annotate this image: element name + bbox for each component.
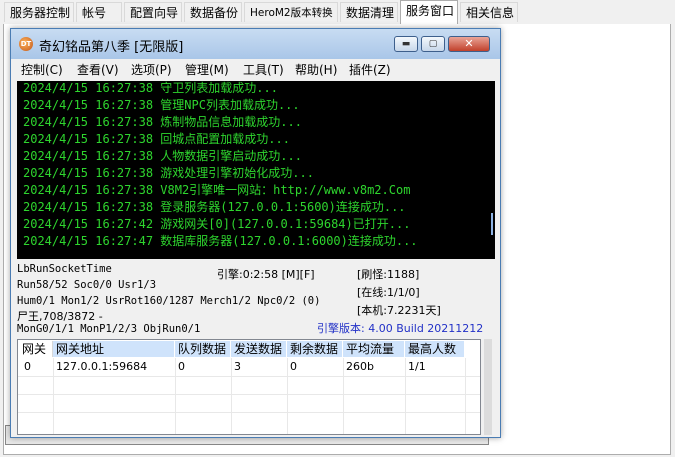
grid-column-line [231,358,232,434]
engine-version: 引擎版本: 4.00 Build 20211212 [317,322,484,335]
log-line: 2024/4/15 16:27:38 V8M2引擎唯一网站：http://www… [23,183,411,197]
log-line: 2024/4/15 16:27:47 数据库服务器(127.0.0.1:6000… [23,234,418,248]
log-line: 2024/4/15 16:27:38 人物数据引擎启动成功... [23,149,302,163]
log-scrollbar[interactable] [489,81,495,259]
table-scroll-thumb[interactable] [484,339,492,435]
tab-strip: 服务器控制 帐号 配置向导 数据备份 HeroM2版本转换 数据清理 服务窗口 … [0,0,675,24]
gateway-table[interactable]: 网关 网关地址 队列数据 发送数据 剩余数据 平均流量 最高人数 0 127.0… [17,339,481,435]
log-line: 2024/4/15 16:27:38 炼制物品信息加载成功... [23,115,302,129]
close-button[interactable]: ✕ [448,36,490,52]
grid-line [18,376,480,377]
table-cell: 127.0.0.1:59684 [56,360,148,373]
tab-data-backup[interactable]: 数据备份 [184,2,242,22]
window-title: 奇幻铭品第八季 [无限版] [39,40,184,55]
grid-column-line [465,358,466,434]
grid-column-line [287,358,288,434]
grid-column-line [53,358,54,434]
title-bar[interactable]: DT 奇幻铭品第八季 [无限版] ▬ ▢ ✕ [11,29,500,59]
table-cell: 0 [290,360,297,373]
tab-herom2-convert[interactable]: HeroM2版本转换 [244,2,338,22]
status-online: [在线:1/1/0] [357,286,420,299]
table-scrollbar[interactable] [481,339,495,435]
table-cell: 260b [346,360,374,373]
status-hum: Hum0/1 Mon1/2 UsrRot160/1287 Merch1/2 Np… [17,295,321,307]
status-mon: MonG0/1/1 MonP1/2/3 ObjRun0/1 [17,323,201,335]
log-line: 2024/4/15 16:27:38 游戏处理引擎初始化成功... [23,166,314,180]
table-cell: 3 [234,360,241,373]
menu-bar: 控制(C) 查看(V) 选项(P) 管理(M) 工具(T) 帮助(H) 插件(Z… [11,59,500,79]
table-cell: 0 [178,360,185,373]
status-refresh: [刷怪:1188] [357,268,420,281]
status-machine: [本机:7.2231天] [357,304,441,317]
table-header[interactable]: 平均流量 [343,341,405,357]
table-header[interactable]: 发送数据 [231,341,287,357]
tab-service-window[interactable]: 服务窗口 [400,0,458,24]
table-header[interactable]: 网关 [19,341,53,357]
grid-line [18,394,480,395]
log-console[interactable]: 2024/4/15 16:27:38 守卫列表加载成功... 2024/4/15… [17,81,495,259]
log-line: 2024/4/15 16:27:38 登录服务器(127.0.0.1:5600)… [23,200,406,214]
table-header[interactable]: 网关地址 [53,341,175,357]
table-header[interactable]: 最高人数 [405,341,465,357]
app-icon: DT [19,37,33,51]
grid-column-line [405,358,406,434]
menu-view[interactable]: 查看(V) [77,61,119,78]
log-line: 2024/4/15 16:27:42 游戏网关[0](127.0.0.1:596… [23,217,411,231]
menu-tools[interactable]: 工具(T) [243,61,284,78]
status-engine-time: 引擎:0:2:58 [M][F] [217,268,315,281]
grid-column-line [175,358,176,434]
log-scroll-thumb[interactable] [491,213,493,235]
minimize-button[interactable]: ▬ [394,36,418,52]
log-line: 2024/4/15 16:27:38 回城点配置加载成功... [23,132,290,146]
menu-control[interactable]: 控制(C) [21,61,63,78]
tab-config-wizard[interactable]: 配置向导 [124,2,182,22]
tab-account[interactable]: 帐号 [76,2,122,22]
server-window: DT 奇幻铭品第八季 [无限版] ▬ ▢ ✕ 控制(C) 查看(V) 选项(P)… [10,28,501,438]
menu-plugins[interactable]: 插件(Z) [349,61,391,78]
tab-server-control[interactable]: 服务器控制 [4,2,74,22]
grid-line [18,412,480,413]
status-run: Run58/52 Soc0/0 Usr1/3 [17,279,157,291]
table-header[interactable]: 剩余数据 [287,341,343,357]
tab-related-info[interactable]: 相关信息 [460,2,518,22]
table-cell: 0 [24,360,31,373]
table-header[interactable]: 队列数据 [175,341,231,357]
tab-data-clean[interactable]: 数据清理 [340,2,398,22]
menu-options[interactable]: 选项(P) [131,61,172,78]
log-line: 2024/4/15 16:27:38 守卫列表加载成功... [23,81,278,95]
maximize-button[interactable]: ▢ [421,36,445,52]
grid-column-line [343,358,344,434]
status-corpse: 尸王,708/3872 - [17,310,103,323]
table-cell: 1/1 [408,360,426,373]
menu-manage[interactable]: 管理(M) [185,61,229,78]
status-socket: LbRunSocketTime [17,263,112,275]
log-line: 2024/4/15 16:27:38 管理NPC列表加载成功... [23,98,300,112]
menu-help[interactable]: 帮助(H) [295,61,337,78]
